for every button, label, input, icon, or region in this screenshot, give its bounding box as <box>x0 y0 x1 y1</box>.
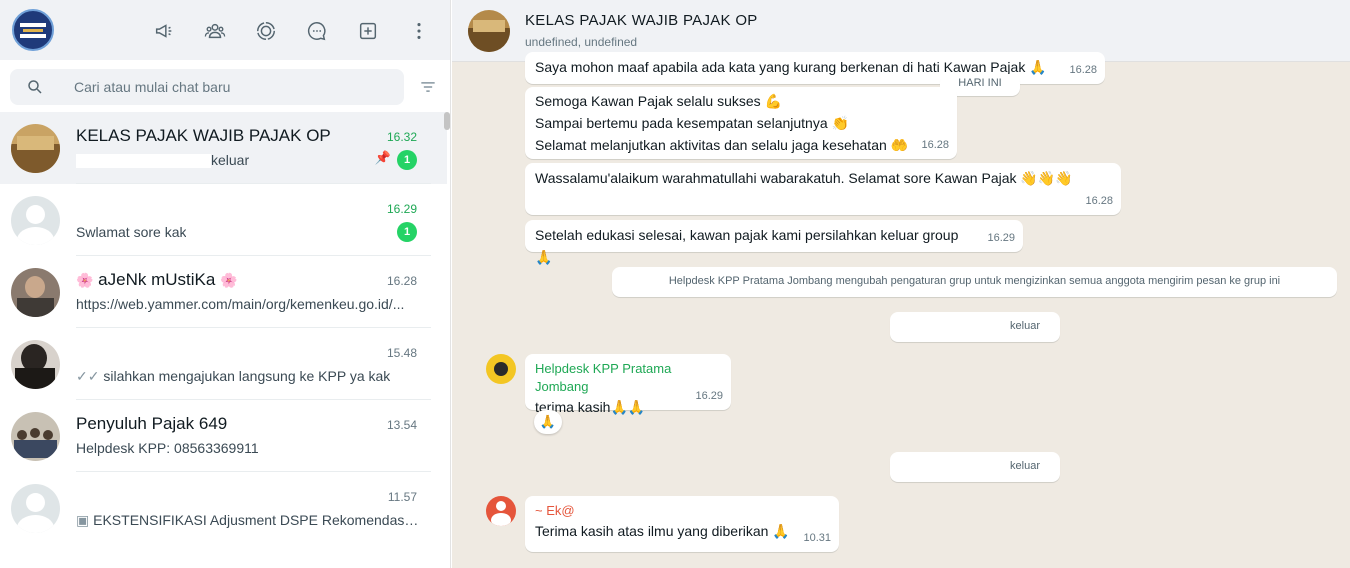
message-list: Saya mohon maaf apabila ada kata yang ku… <box>452 52 1350 568</box>
chat-name: KELAS PAJAK WAJIB PAJAK OP <box>76 126 331 145</box>
chat-preview: keluar <box>76 152 249 169</box>
system-message: keluar <box>890 452 1060 482</box>
search-input[interactable] <box>74 79 354 95</box>
pin-icon: 📌 <box>374 150 391 165</box>
message-time: 16.29 <box>987 232 1015 244</box>
document-icon: ▣ <box>76 512 90 528</box>
conversation-panel: KELAS PAJAK WAJIB PAJAK OP undefined, un… <box>452 0 1350 568</box>
chat-time: 13.54 <box>386 418 417 432</box>
chat-name: Penyuluh Pajak 649 <box>76 414 228 433</box>
sidebar-header <box>0 0 450 60</box>
message-time: 16.28 <box>921 139 949 151</box>
sender-name: Helpdesk KPP Pratama Jombang <box>535 361 672 394</box>
chat-list: KELAS PAJAK WAJIB PAJAK OP 16.32 keluar … <box>0 112 447 544</box>
chat-item[interactable]: 16.29 Swlamat sore kak 1 <box>0 184 447 256</box>
megaphone-icon[interactable] <box>145 18 183 44</box>
chat-avatar <box>11 339 60 389</box>
double-check-icon: ✓✓ <box>76 368 100 384</box>
message-bubble: Semoga Kawan Pajak selalu sukses 💪 Sampa… <box>525 87 957 159</box>
channels-icon[interactable] <box>298 18 336 44</box>
system-message: keluar <box>890 312 1060 342</box>
chat-time: 16.32 <box>386 130 417 144</box>
new-chat-icon[interactable] <box>349 18 387 44</box>
message-time: 16.28 <box>1085 195 1113 207</box>
chat-item[interactable]: Penyuluh Pajak 649 13.54 Helpdesk KPP: 0… <box>0 400 447 472</box>
chat-item[interactable]: 15.48 ✓✓ silahkan mengajukan langsung ke… <box>0 328 447 400</box>
chat-list-panel: KELAS PAJAK WAJIB PAJAK OP 16.32 keluar … <box>0 0 451 568</box>
menu-icon[interactable] <box>400 18 438 44</box>
chat-item[interactable]: 🌸 aJeNk mUstiKa 🌸 16.28 https://web.yamm… <box>0 256 447 328</box>
message-time: 16.29 <box>695 390 723 402</box>
status-icon[interactable] <box>247 18 285 44</box>
group-subtitle: undefined, undefined <box>525 35 638 49</box>
search-row <box>0 60 450 114</box>
default-avatar-icon <box>11 195 60 245</box>
chat-name: 🌸 aJeNk mUstiKa 🌸 <box>76 270 238 289</box>
unread-badge: 1 <box>397 150 417 170</box>
sender-avatar-icon[interactable] <box>486 496 516 526</box>
chat-preview: ✓✓ silahkan mengajukan langsung ke KPP y… <box>76 368 391 384</box>
chat-avatar <box>11 123 60 173</box>
communities-icon[interactable] <box>196 18 234 44</box>
default-avatar-icon <box>11 483 60 533</box>
sender-avatar[interactable] <box>486 354 516 384</box>
message-bubble: Wassalamu'alaikum warahmatullahi wabarak… <box>525 163 1121 215</box>
chat-avatar <box>11 411 60 461</box>
chat-time: 16.28 <box>386 274 417 288</box>
system-message: Helpdesk KPP Pratama Jombang mengubah pe… <box>612 267 1337 297</box>
chat-preview: ▣ EKSTENSIFIKASI Adjusment DSPE Rekomend… <box>76 512 421 528</box>
header-icons <box>145 18 450 44</box>
message-bubble: Helpdesk KPP Pratama Jombang terima kasi… <box>525 354 731 415</box>
message-bubble: Setelah edukasi selesai, kawan pajak kam… <box>525 220 1023 265</box>
search-icon <box>28 80 42 94</box>
chat-item-kelas-pajak[interactable]: KELAS PAJAK WAJIB PAJAK OP 16.32 keluar … <box>0 112 447 184</box>
message-time: 16.28 <box>1069 64 1097 76</box>
scrollbar[interactable] <box>444 112 450 130</box>
chat-preview: Helpdesk KPP: 08563369911 <box>76 440 259 456</box>
chat-time: 11.57 <box>387 490 417 504</box>
group-avatar[interactable] <box>468 9 510 52</box>
chat-avatar <box>11 267 60 317</box>
chat-time: 16.29 <box>386 202 417 216</box>
unread-badge: 1 <box>397 222 417 242</box>
reaction-pray-icon[interactable]: 🙏 <box>534 410 562 434</box>
sender-name: ~ Ek@ <box>535 503 575 518</box>
message-bubble: ~ Ek@ Terima kasih atas ilmu yang diberi… <box>525 496 839 552</box>
chat-time: 15.48 <box>386 346 417 360</box>
filter-icon[interactable] <box>416 75 440 99</box>
group-title: KELAS PAJAK WAJIB PAJAK OP <box>525 12 758 29</box>
message-time: 10.31 <box>803 532 831 544</box>
chat-preview: https://web.yammer.com/main/org/kemenkeu… <box>76 296 405 312</box>
profile-avatar[interactable] <box>12 9 54 51</box>
chat-item[interactable]: 11.57 ▣ EKSTENSIFIKASI Adjusment DSPE Re… <box>0 472 447 544</box>
chat-preview: Swlamat sore kak <box>76 224 187 240</box>
search-box[interactable] <box>10 69 405 105</box>
